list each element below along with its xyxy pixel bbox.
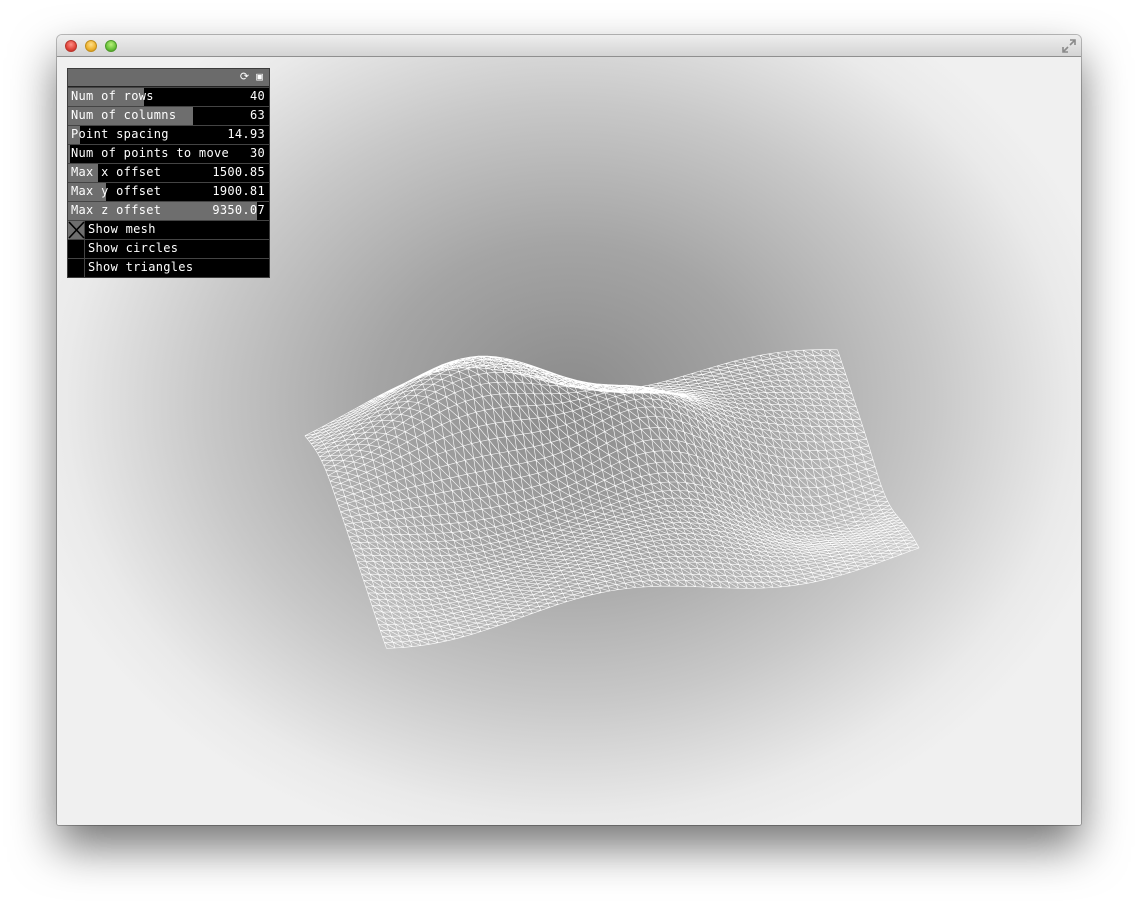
toggle-show-circles[interactable]: Show circles <box>68 239 269 258</box>
control-panel: ⟳ ▣ Num of rows 40 Num of columns 63 Poi… <box>67 68 270 278</box>
reload-icon[interactable]: ⟳ <box>238 70 251 83</box>
slider-value: 63 <box>249 108 265 122</box>
slider-num-columns[interactable]: Num of columns 63 <box>68 106 269 125</box>
slider-value: 40 <box>249 89 265 103</box>
fullscreen-icon[interactable] <box>1061 38 1077 54</box>
slider-point-spacing[interactable]: Point spacing 14.93 <box>68 125 269 144</box>
slider-label: Max z offset <box>71 203 162 217</box>
panel-header[interactable]: ⟳ ▣ <box>68 69 269 87</box>
slider-label: Max y offset <box>71 184 162 198</box>
toggle-label: Show triangles <box>88 260 194 274</box>
slider-num-rows[interactable]: Num of rows 40 <box>68 87 269 106</box>
slider-fill <box>68 145 70 163</box>
toggle-label: Show circles <box>88 241 179 255</box>
slider-label: Num of columns <box>71 108 177 122</box>
checkbox[interactable] <box>68 221 85 239</box>
zoom-icon[interactable] <box>105 40 117 52</box>
slider-label: Num of points to move <box>71 146 230 160</box>
check-icon <box>68 221 85 239</box>
save-icon[interactable]: ▣ <box>253 70 266 83</box>
slider-value: 1500.85 <box>212 165 265 179</box>
slider-value: 14.93 <box>227 127 265 141</box>
slider-num-points-to-move[interactable]: Num of points to move 30 <box>68 144 269 163</box>
slider-label: Max x offset <box>71 165 162 179</box>
close-icon[interactable] <box>65 40 77 52</box>
title-bar[interactable] <box>57 35 1081 57</box>
slider-label: Point spacing <box>71 127 169 141</box>
checkbox[interactable] <box>68 240 85 258</box>
slider-value: 30 <box>249 146 265 160</box>
toggle-label: Show mesh <box>88 222 156 236</box>
toggle-show-mesh[interactable]: Show mesh <box>68 220 269 239</box>
slider-label: Num of rows <box>71 89 154 103</box>
mesh-lines <box>304 349 920 649</box>
slider-value: 9350.07 <box>212 203 265 217</box>
slider-max-y-offset[interactable]: Max y offset 1900.81 <box>68 182 269 201</box>
app-window: ⟳ ▣ Num of rows 40 Num of columns 63 Poi… <box>57 35 1081 825</box>
slider-max-x-offset[interactable]: Max x offset 1500.85 <box>68 163 269 182</box>
slider-max-z-offset[interactable]: Max z offset 9350.07 <box>68 201 269 220</box>
checkbox[interactable] <box>68 259 85 277</box>
minimize-icon[interactable] <box>85 40 97 52</box>
slider-value: 1900.81 <box>212 184 265 198</box>
render-canvas[interactable]: ⟳ ▣ Num of rows 40 Num of columns 63 Poi… <box>57 57 1081 825</box>
toggle-show-triangles[interactable]: Show triangles <box>68 258 269 277</box>
